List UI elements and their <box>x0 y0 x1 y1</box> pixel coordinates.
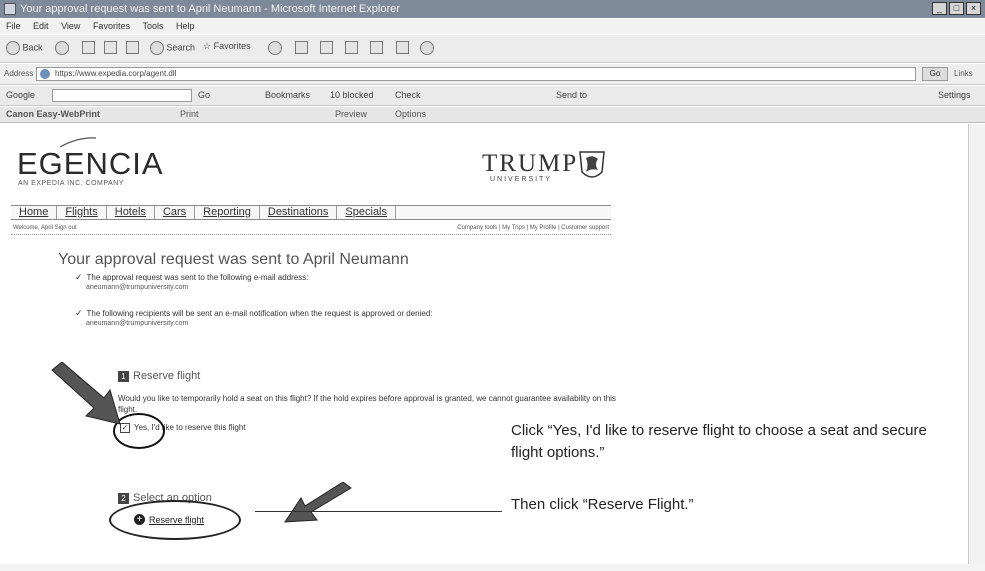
send-to-button[interactable]: Send to <box>556 90 587 100</box>
user-links[interactable]: Company tools | My Trips | My Profile | … <box>457 225 609 231</box>
pointer-line <box>255 511 502 512</box>
history-button[interactable] <box>295 41 308 54</box>
messenger-button[interactable] <box>420 41 434 55</box>
canon-label: Canon Easy-WebPrint <box>6 109 100 119</box>
welcome-text[interactable]: Welcome, April Sign out <box>13 225 77 231</box>
section-reserve-flight: 1 Reserve flight <box>118 370 200 382</box>
university-label: UNIVERSITY <box>490 176 553 183</box>
menu-edit[interactable]: Edit <box>33 21 49 31</box>
forward-arrow-icon <box>55 41 69 55</box>
close-button[interactable]: × <box>966 2 981 15</box>
window-title-bar: Your approval request was sent to April … <box>0 0 985 18</box>
section-number: 2 <box>118 492 129 504</box>
page-heading: Your approval request was sent to April … <box>58 251 409 268</box>
go-button[interactable]: Go <box>922 67 948 81</box>
back-arrow-icon <box>6 41 20 55</box>
confirmation-item-2: ✓ The following recipients will be sent a… <box>75 308 433 318</box>
google-settings-button[interactable]: Settings <box>938 90 971 100</box>
lion-crest-icon <box>579 151 605 178</box>
page-icon <box>40 69 50 79</box>
canon-preview-button[interactable]: Preview <box>335 109 367 119</box>
stop-icon <box>82 41 95 54</box>
ie-app-icon <box>4 3 16 15</box>
google-go-button[interactable]: Go <box>198 90 210 100</box>
user-bar: Welcome, April Sign out Company tools | … <box>11 224 611 235</box>
highlight-circle <box>109 500 241 540</box>
google-toolbar: Google Go Bookmarks 10 blocked Check Sen… <box>0 86 985 106</box>
site-nav: Home Flights Hotels Cars Reporting Desti… <box>11 205 611 220</box>
canon-print-toolbar: Canon Easy-WebPrint Print Preview Option… <box>0 107 985 123</box>
menu-tools[interactable]: Tools <box>142 21 163 31</box>
discuss-icon <box>396 41 409 54</box>
address-input[interactable]: https://www.expedia.corp/agent.dll <box>36 67 916 81</box>
refresh-icon <box>104 41 117 54</box>
links-label[interactable]: Links <box>954 69 973 78</box>
checkmark-icon: ✓ <box>75 272 83 282</box>
refresh-button[interactable] <box>104 41 117 54</box>
nav-hotels[interactable]: Hotels <box>107 206 155 219</box>
star-icon: ☆ <box>203 41 212 51</box>
minimize-button[interactable]: _ <box>932 2 947 15</box>
nav-cars[interactable]: Cars <box>155 206 196 219</box>
google-search-input[interactable] <box>52 89 192 102</box>
instruction-text-2: Then click “Reserve Flight.” <box>511 496 694 513</box>
arrow-annotation-icon <box>284 482 352 523</box>
maximize-button[interactable]: □ <box>949 2 964 15</box>
messenger-icon <box>420 41 434 55</box>
address-label: Address <box>4 69 34 78</box>
google-label: Google <box>6 90 36 100</box>
browser-toolbar: Back Search ☆ Favorites <box>0 35 985 63</box>
menu-bar: File Edit View Favorites Tools Help <box>0 19 985 34</box>
search-button[interactable]: Search <box>150 41 195 55</box>
menu-help[interactable]: Help <box>176 21 195 31</box>
nav-destinations[interactable]: Destinations <box>260 206 338 219</box>
spell-check-button[interactable]: Check <box>395 90 421 100</box>
menu-view[interactable]: View <box>61 21 80 31</box>
discuss-button[interactable] <box>396 41 409 54</box>
arrow-annotation-icon <box>51 362 121 425</box>
reserve-explanation: Would you like to temporarily hold a sea… <box>118 394 616 414</box>
edit-icon <box>370 41 383 54</box>
nav-home[interactable]: Home <box>11 206 58 219</box>
address-bar: Address https://www.expedia.corp/agent.d… <box>0 64 985 85</box>
media-button[interactable] <box>268 41 282 55</box>
menu-file[interactable]: File <box>6 21 21 31</box>
mail-icon <box>320 41 333 54</box>
mail-button[interactable] <box>320 41 333 54</box>
nav-reporting[interactable]: Reporting <box>195 206 260 219</box>
history-icon <box>295 41 308 54</box>
print-button[interactable] <box>345 41 358 54</box>
home-button[interactable] <box>126 41 139 54</box>
confirmation-item-1: ✓ The approval request was sent to the fo… <box>75 272 309 282</box>
egencia-logo[interactable]: EGENCIA <box>17 146 164 182</box>
search-icon <box>150 41 164 55</box>
popup-blocked-indicator[interactable]: 10 blocked <box>330 90 374 100</box>
stop-button[interactable] <box>82 41 95 54</box>
forward-button[interactable] <box>55 41 69 55</box>
canon-options-button[interactable]: Options <box>395 109 426 119</box>
status-bar <box>0 564 985 571</box>
media-icon <box>268 41 282 55</box>
recipient-email: aneumann@trumpuniversity.com <box>86 320 189 327</box>
checkmark-icon: ✓ <box>75 308 83 318</box>
nav-specials[interactable]: Specials <box>337 206 396 219</box>
nav-flights[interactable]: Flights <box>57 206 107 219</box>
egencia-tagline: AN EXPEDIA INC. COMPANY <box>18 180 124 187</box>
print-icon <box>345 41 358 54</box>
favorites-button[interactable]: ☆ Favorites <box>203 41 251 52</box>
instruction-text-1: Click “Yes, I'd like to reserve flight t… <box>511 422 927 461</box>
menu-favorites[interactable]: Favorites <box>93 21 130 31</box>
canon-print-button[interactable]: Print <box>180 109 199 119</box>
bookmarks-button[interactable]: Bookmarks <box>265 90 310 100</box>
home-icon <box>126 41 139 54</box>
approver-email: aneumann@trumpuniversity.com <box>86 284 189 291</box>
window-title: Your approval request was sent to April … <box>20 3 400 15</box>
edit-button[interactable] <box>370 41 383 54</box>
trump-university-logo: TRUMP <box>482 150 579 177</box>
back-button[interactable]: Back <box>6 41 43 55</box>
vertical-scrollbar[interactable] <box>968 124 985 571</box>
